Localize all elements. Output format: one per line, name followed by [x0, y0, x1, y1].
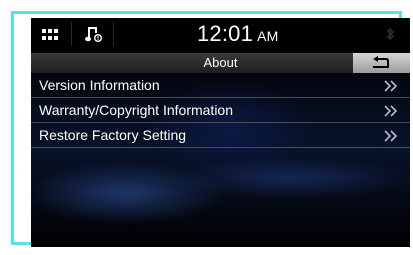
clock-ampm: AM [257, 28, 279, 44]
menu-item-restore-factory-setting[interactable]: Restore Factory Setting [31, 123, 410, 148]
status-separator [71, 22, 72, 46]
double-chevron-right-icon [384, 130, 398, 142]
menu-item-label: Version Information [39, 77, 160, 93]
menu-item-version-information[interactable]: Version Information [31, 73, 410, 98]
status-separator [113, 22, 114, 46]
back-arrow-icon [373, 56, 389, 68]
status-bar: 12:01 AM [31, 18, 410, 50]
clock-time: 12:01 [197, 21, 254, 46]
menu-item-label: Warranty/Copyright Information [39, 102, 233, 118]
bluetooth-icon [385, 26, 395, 42]
head-unit-screen: 12:01 AM About Version Information Warran… [31, 18, 410, 247]
menu-item-warranty-copyright-information[interactable]: Warranty/Copyright Information [31, 98, 410, 123]
double-chevron-right-icon [384, 80, 398, 92]
menu-list: Version Information Warranty/Copyright I… [31, 73, 410, 247]
clock: 12:01 AM [197, 22, 278, 46]
double-chevron-right-icon [384, 105, 398, 117]
music-note-icon[interactable] [85, 25, 103, 43]
menu-item-label: Restore Factory Setting [39, 127, 187, 143]
grid-icon[interactable] [42, 28, 58, 40]
back-button[interactable] [353, 53, 410, 73]
title-bar: About [31, 53, 410, 73]
